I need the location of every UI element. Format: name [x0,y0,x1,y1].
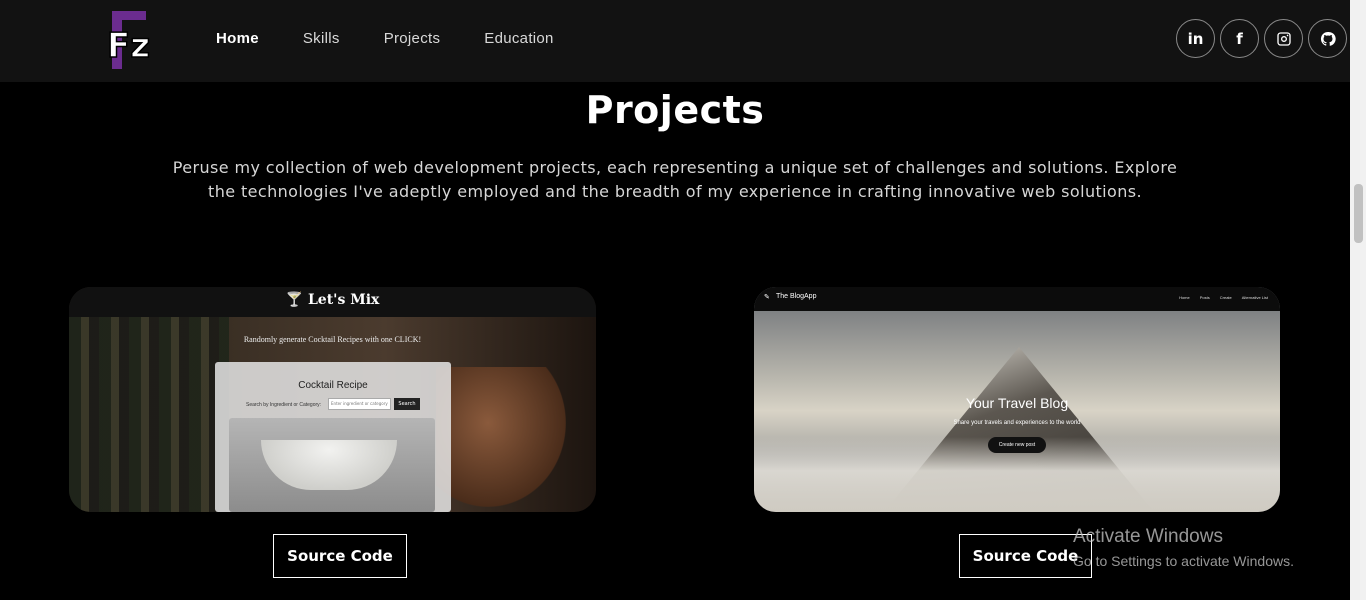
source-code-button-lets-mix[interactable]: Source Code [273,534,407,578]
project-preview-lets-mix[interactable]: 🍸 Let's Mix Randomly generate Cocktail R… [69,287,596,512]
linkedin-button[interactable]: in [1176,19,1215,58]
preview-nav-item: Alternative List [1241,295,1268,300]
preview-recipe-panel: Cocktail Recipe Search by Ingredient or … [215,362,451,512]
preview-search-label: Search by Ingredient or Category: [246,402,322,408]
preview-brand: 🍸 Let's Mix [69,292,596,308]
preview-tagline: Randomly generate Cocktail Recipes with … [243,335,422,344]
projects-heading: Projects [585,88,765,132]
preview-nav-item: Create [1219,295,1232,300]
preview-hero-title: Your Travel Blog [965,395,1069,411]
project-preview-blogapp[interactable]: ✎ The BlogApp Home Posts Create Alternat… [754,287,1280,512]
linkedin-icon: in [1187,29,1204,48]
watermark-title: Activate Windows [1073,526,1223,547]
cocktail-icon: 🍸 [285,292,304,308]
nav-projects[interactable]: Projects [384,30,441,47]
scrollbar-thumb[interactable] [1354,184,1363,243]
nav-skills[interactable]: Skills [303,30,340,47]
github-button[interactable] [1308,19,1347,58]
main-nav: Home Skills Projects Education [216,30,598,47]
social-links: in f [1176,19,1347,58]
bar-bottles-image [69,317,229,512]
preview-nav: Home Posts Create Alternative List [1179,295,1268,300]
preview-search-input: Enter ingredient or category [328,398,391,410]
preview-nav-item: Home [1179,295,1190,300]
site-logo[interactable]: Fz [105,8,157,74]
github-icon [1320,31,1336,46]
glass-bowl [261,440,397,490]
preview-nav-item: Posts [1199,295,1210,300]
nav-home[interactable]: Home [216,30,259,47]
preview-panel-title: Cocktail Recipe [298,380,368,391]
windows-activation-watermark: Activate Windows Go to Settings to activ… [1073,526,1294,569]
bartender-arm-image [436,367,566,507]
facebook-icon: f [1236,29,1243,48]
preview-search-button: Search [394,398,420,410]
projects-description: Peruse my collection of web development … [172,158,1178,201]
logo-text: Fz [107,26,150,66]
preview-hero-subtitle: Share your travels and experiences to th… [953,420,1081,426]
blog-edit-icon: ✎ [764,293,770,301]
preview-cta-button: Create new post [988,437,1046,453]
nav-education[interactable]: Education [484,30,553,47]
cocktail-glass-image [229,418,435,512]
facebook-button[interactable]: f [1220,19,1259,58]
watermark-subtitle: Go to Settings to activate Windows. [1073,553,1294,569]
page-scrollbar[interactable] [1350,0,1366,600]
preview-brand: The BlogApp [776,293,817,300]
navbar: Fz Home Skills Projects Education in f [0,0,1350,82]
instagram-button[interactable] [1264,19,1303,58]
instagram-icon [1276,31,1291,46]
preview-brand-text: Let's Mix [307,292,380,308]
